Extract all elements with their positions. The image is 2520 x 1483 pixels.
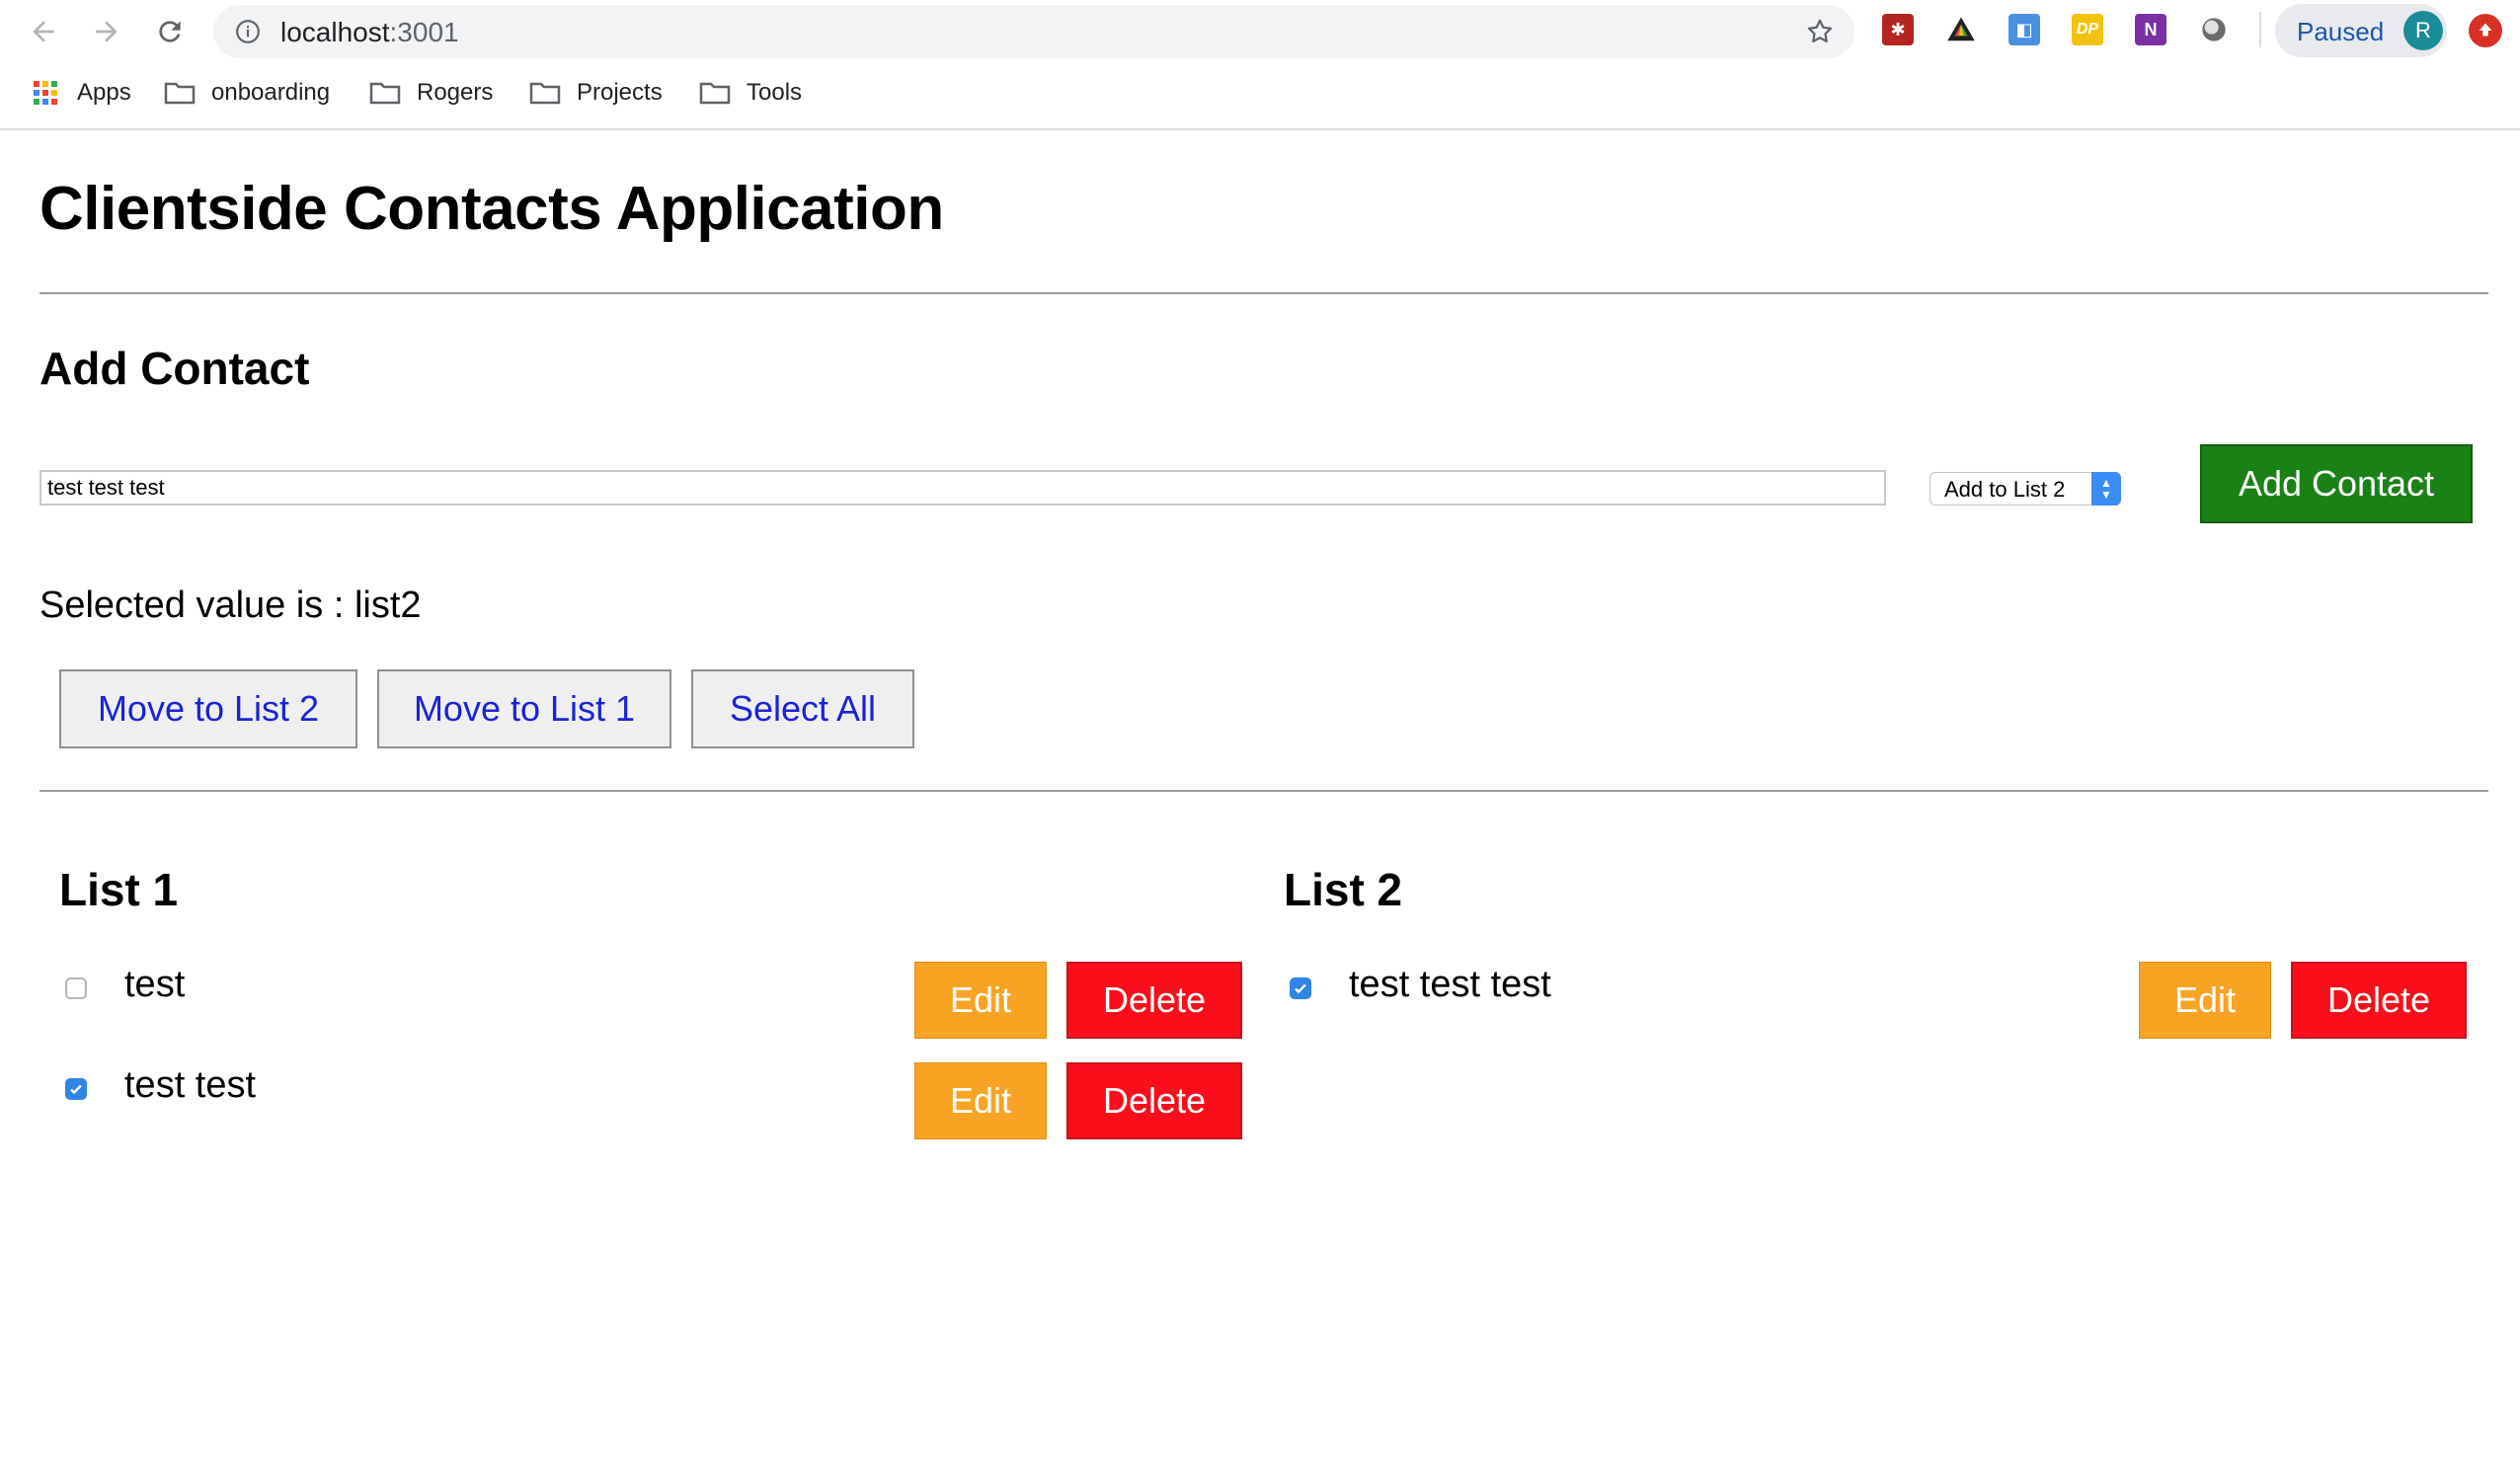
select-arrows-icon: ▲ ▼ <box>2091 472 2121 506</box>
move-to-list1-button[interactable]: Move to List 1 <box>377 669 671 748</box>
delete-button[interactable]: Delete <box>1066 962 1242 1039</box>
list-select[interactable]: Add to List 2 ▲ ▼ <box>1929 472 2121 506</box>
drive-extension-icon[interactable] <box>1945 14 1977 45</box>
folder-icon <box>529 82 561 105</box>
url-host: localhost <box>280 17 390 47</box>
page-title: Clientside Contacts Application <box>39 175 944 243</box>
blue-extension-icon[interactable]: ◧ <box>2008 14 2040 45</box>
page-content: Clientside Contacts Application Add Cont… <box>0 130 2520 1483</box>
list-select-value: Add to List 2 <box>1944 477 2066 502</box>
add-contact-heading: Add Contact <box>39 343 310 394</box>
folder-icon <box>369 82 401 105</box>
select-all-button[interactable]: Select All <box>691 669 914 748</box>
divider <box>39 790 2488 792</box>
delete-button[interactable]: Delete <box>1066 1062 1242 1139</box>
profile-status: Paused <box>2297 17 2385 46</box>
circle-logo-icon <box>2202 18 2226 41</box>
selected-value-text: Selected value is : list2 <box>39 585 422 626</box>
list1-item-checkbox[interactable] <box>65 977 87 999</box>
bookmark-projects-label: Projects <box>577 79 663 106</box>
browser-chrome: localhost:3001 ✱ ◧ DP N Paused R Apps on… <box>0 0 2520 130</box>
list2-title: List 2 <box>1284 864 1403 915</box>
avatar: R <box>2403 11 2443 50</box>
bookmark-projects[interactable]: Projects <box>529 79 663 107</box>
toolbar-separator <box>2259 12 2261 47</box>
apps-grid-icon <box>34 81 57 105</box>
divider <box>39 292 2488 294</box>
red-extension-icon[interactable]: ✱ <box>1882 14 1914 45</box>
add-contact-button[interactable]: Add Contact <box>2200 444 2473 523</box>
dp-extension-icon[interactable]: DP <box>2072 14 2103 45</box>
back-button[interactable] <box>24 14 63 49</box>
bookmark-apps-label: Apps <box>77 79 131 106</box>
url-text: localhost:3001 <box>280 17 459 48</box>
grey-extension-icon[interactable] <box>2198 14 2230 45</box>
bookmark-star-icon[interactable] <box>1805 17 1835 46</box>
bookmark-onboarding[interactable]: onboarding <box>164 79 330 107</box>
reload-icon <box>159 21 181 42</box>
bookmark-apps[interactable]: Apps <box>30 79 131 107</box>
reload-button[interactable] <box>150 14 190 49</box>
list2-item-checkbox[interactable] <box>1290 977 1311 999</box>
forward-button[interactable] <box>87 14 126 49</box>
bookmark-tools[interactable]: Tools <box>699 79 802 107</box>
list1-item-checkbox[interactable] <box>65 1078 87 1100</box>
list1-title: List 1 <box>59 864 179 915</box>
url-port: :3001 <box>389 17 459 47</box>
info-icon[interactable] <box>235 19 261 44</box>
triangle-logo-icon <box>1947 17 1975 41</box>
list1-item-label: test <box>124 964 186 1005</box>
forward-arrow-icon <box>96 21 118 42</box>
checkmark-icon <box>1295 983 1306 994</box>
edit-button[interactable]: Edit <box>914 962 1047 1039</box>
list1-item-label: test test <box>124 1064 257 1106</box>
bookmark-rogers-label: Rogers <box>417 79 494 106</box>
contact-name-input[interactable] <box>39 470 1886 506</box>
back-arrow-icon <box>33 21 54 42</box>
folder-icon <box>699 82 731 105</box>
delete-button[interactable]: Delete <box>2291 962 2467 1039</box>
folder-icon <box>164 82 196 105</box>
list2-item-label: test test test <box>1349 964 1551 1005</box>
bookmark-onboarding-label: onboarding <box>211 79 331 106</box>
profile-button[interactable]: Paused R <box>2275 4 2447 57</box>
onenote-extension-icon[interactable]: N <box>2135 14 2166 45</box>
edit-button[interactable]: Edit <box>2139 962 2271 1039</box>
bookmark-tools-label: Tools <box>747 79 803 106</box>
bookmarks-bar: Apps onboarding Rogers Projects Tools <box>0 75 2520 117</box>
checkmark-icon <box>70 1084 82 1095</box>
update-button[interactable] <box>2469 14 2502 47</box>
edit-button[interactable]: Edit <box>914 1062 1047 1139</box>
bookmark-rogers[interactable]: Rogers <box>369 79 493 107</box>
up-arrow-icon <box>2479 23 2492 37</box>
move-to-list2-button[interactable]: Move to List 2 <box>59 669 357 748</box>
address-bar[interactable]: localhost:3001 <box>213 5 1854 58</box>
